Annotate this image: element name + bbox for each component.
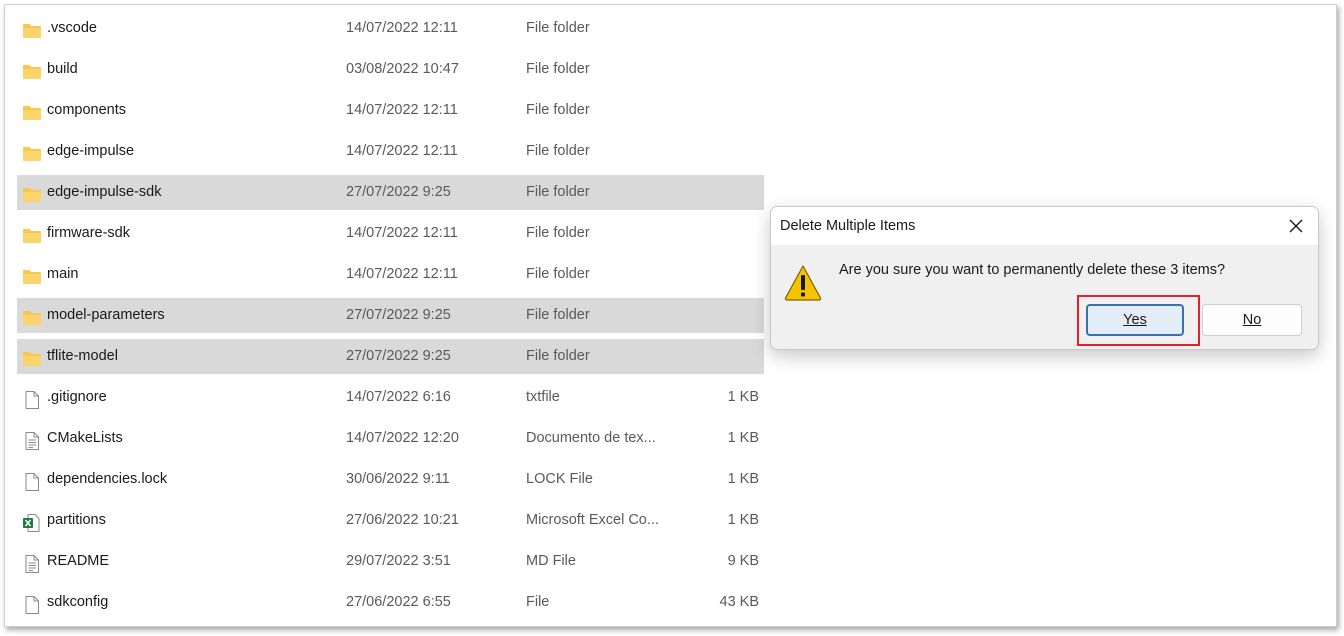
text-file-icon [22, 552, 42, 573]
file-name: edge-impulse [47, 143, 135, 159]
file-size: 1 KB [727, 389, 759, 405]
file-type: File folder [526, 143, 590, 159]
folder-icon [22, 306, 42, 325]
file-row[interactable]: build 03/08/2022 10:47 File folder [17, 52, 764, 87]
file-row[interactable]: edge-impulse-sdk 27/07/2022 9:25 File fold… [17, 175, 764, 210]
file-name: main [47, 266, 79, 282]
file-row[interactable]: firmware-sdk 14/07/2022 12:11 File folder [17, 216, 764, 251]
file-row[interactable]: main 14/07/2022 12:11 File folder [17, 257, 764, 292]
file-row[interactable]: edge-impulse 14/07/2022 12:11 File folder [17, 134, 764, 169]
file-name: build [47, 61, 78, 77]
dialog-titlebar: Delete Multiple Items [771, 207, 1318, 245]
file-size: 1 KB [727, 471, 759, 487]
folder-icon [22, 101, 42, 120]
dialog-title: Delete Multiple Items [780, 218, 916, 234]
folder-icon [22, 224, 42, 243]
dialog-message: Are you sure you want to permanently del… [839, 262, 1226, 278]
file-name: partitions [47, 512, 106, 528]
dialog-close-button[interactable] [1274, 207, 1318, 245]
no-button-label: No [1242, 312, 1262, 328]
folder-icon [22, 265, 42, 284]
file-type: File folder [526, 225, 590, 241]
file-type: File folder [526, 307, 590, 323]
file-size: 1 KB [727, 430, 759, 446]
blank-file-icon [22, 593, 42, 614]
excel-file-icon [22, 511, 42, 532]
file-row[interactable]: model-parameters 27/07/2022 9:25 File fold… [17, 298, 764, 333]
file-date: 14/07/2022 12:11 [346, 102, 458, 118]
file-date: 14/07/2022 12:11 [346, 266, 458, 282]
file-name: dependencies.lock [47, 471, 168, 487]
file-name: firmware-sdk [47, 225, 130, 241]
file-name: tflite-model [47, 348, 118, 364]
file-type: File folder [526, 102, 590, 118]
file-type: File folder [526, 61, 590, 77]
folder-icon [22, 183, 42, 202]
file-date: 14/07/2022 12:20 [346, 430, 459, 446]
blank-file-icon [22, 388, 42, 409]
file-type: File folder [526, 266, 590, 282]
file-row[interactable]: partitions 27/06/2022 10:21 Microsoft Exce… [17, 503, 764, 538]
file-name: model-parameters [47, 307, 165, 323]
folder-icon [22, 19, 42, 38]
close-icon [1289, 219, 1303, 233]
file-row[interactable]: CMakeLists 14/07/2022 12:20 Documento de t… [17, 421, 764, 456]
file-name: .gitignore [47, 389, 107, 405]
file-row[interactable]: dependencies.lock 30/06/2022 9:11 LOCK Fil… [17, 462, 764, 497]
file-date: 30/06/2022 9:11 [346, 471, 450, 487]
file-type: File folder [526, 184, 590, 200]
file-type: Documento de tex... [526, 430, 656, 446]
folder-icon [22, 347, 42, 366]
file-row[interactable]: components 14/07/2022 12:11 File folder [17, 93, 764, 128]
file-type: File [526, 594, 550, 610]
folder-icon [22, 60, 42, 79]
file-row[interactable]: .vscode 14/07/2022 12:11 File folder [17, 11, 764, 46]
text-file-icon [22, 429, 42, 450]
file-type: txtfile [526, 389, 560, 405]
warning-icon [784, 265, 822, 301]
file-row[interactable]: sdkconfig 27/06/2022 6:55 File 43 KB [17, 585, 764, 620]
file-type: File folder [526, 348, 590, 364]
file-row[interactable]: tflite-model 27/07/2022 9:25 File folder [17, 339, 764, 374]
file-name: .vscode [47, 20, 97, 36]
file-row[interactable]: README 29/07/2022 3:51 MD File 9 KB [17, 544, 764, 579]
file-date: 27/06/2022 10:21 [346, 512, 459, 528]
file-date: 27/06/2022 6:55 [346, 594, 451, 610]
file-name: components [47, 102, 126, 118]
file-date: 14/07/2022 12:11 [346, 20, 458, 36]
file-type: MD File [526, 553, 576, 569]
file-date: 14/07/2022 12:11 [346, 143, 458, 159]
file-date: 27/07/2022 9:25 [346, 307, 451, 323]
file-name: edge-impulse-sdk [47, 184, 162, 200]
yes-button-label: Yes [1123, 312, 1147, 328]
no-button[interactable]: No [1202, 304, 1302, 336]
file-name: CMakeLists [47, 430, 123, 446]
blank-file-icon [22, 470, 42, 491]
file-size: 1 KB [727, 512, 759, 528]
file-type: File folder [526, 20, 590, 36]
file-name: README [47, 553, 110, 569]
file-row[interactable]: .gitignore 14/07/2022 6:16 txtfile 1 KB [17, 380, 764, 415]
file-size: 43 KB [719, 594, 760, 610]
file-date: 27/07/2022 9:25 [346, 348, 451, 364]
file-date: 03/08/2022 10:47 [346, 61, 459, 77]
file-date: 14/07/2022 6:16 [346, 389, 451, 405]
yes-button[interactable]: Yes [1086, 304, 1184, 336]
folder-icon [22, 142, 42, 161]
file-date: 29/07/2022 3:51 [346, 553, 451, 569]
file-size: 9 KB [727, 553, 759, 569]
delete-confirm-dialog: Delete Multiple Items Are you sure you w… [770, 206, 1319, 350]
file-date: 27/07/2022 9:25 [346, 184, 451, 200]
file-date: 14/07/2022 12:11 [346, 225, 458, 241]
file-type: LOCK File [526, 471, 593, 487]
file-name: sdkconfig [47, 594, 109, 610]
file-list: .vscode 14/07/2022 12:11 File folder build 0… [17, 11, 764, 626]
file-type: Microsoft Excel Co... [526, 512, 659, 528]
